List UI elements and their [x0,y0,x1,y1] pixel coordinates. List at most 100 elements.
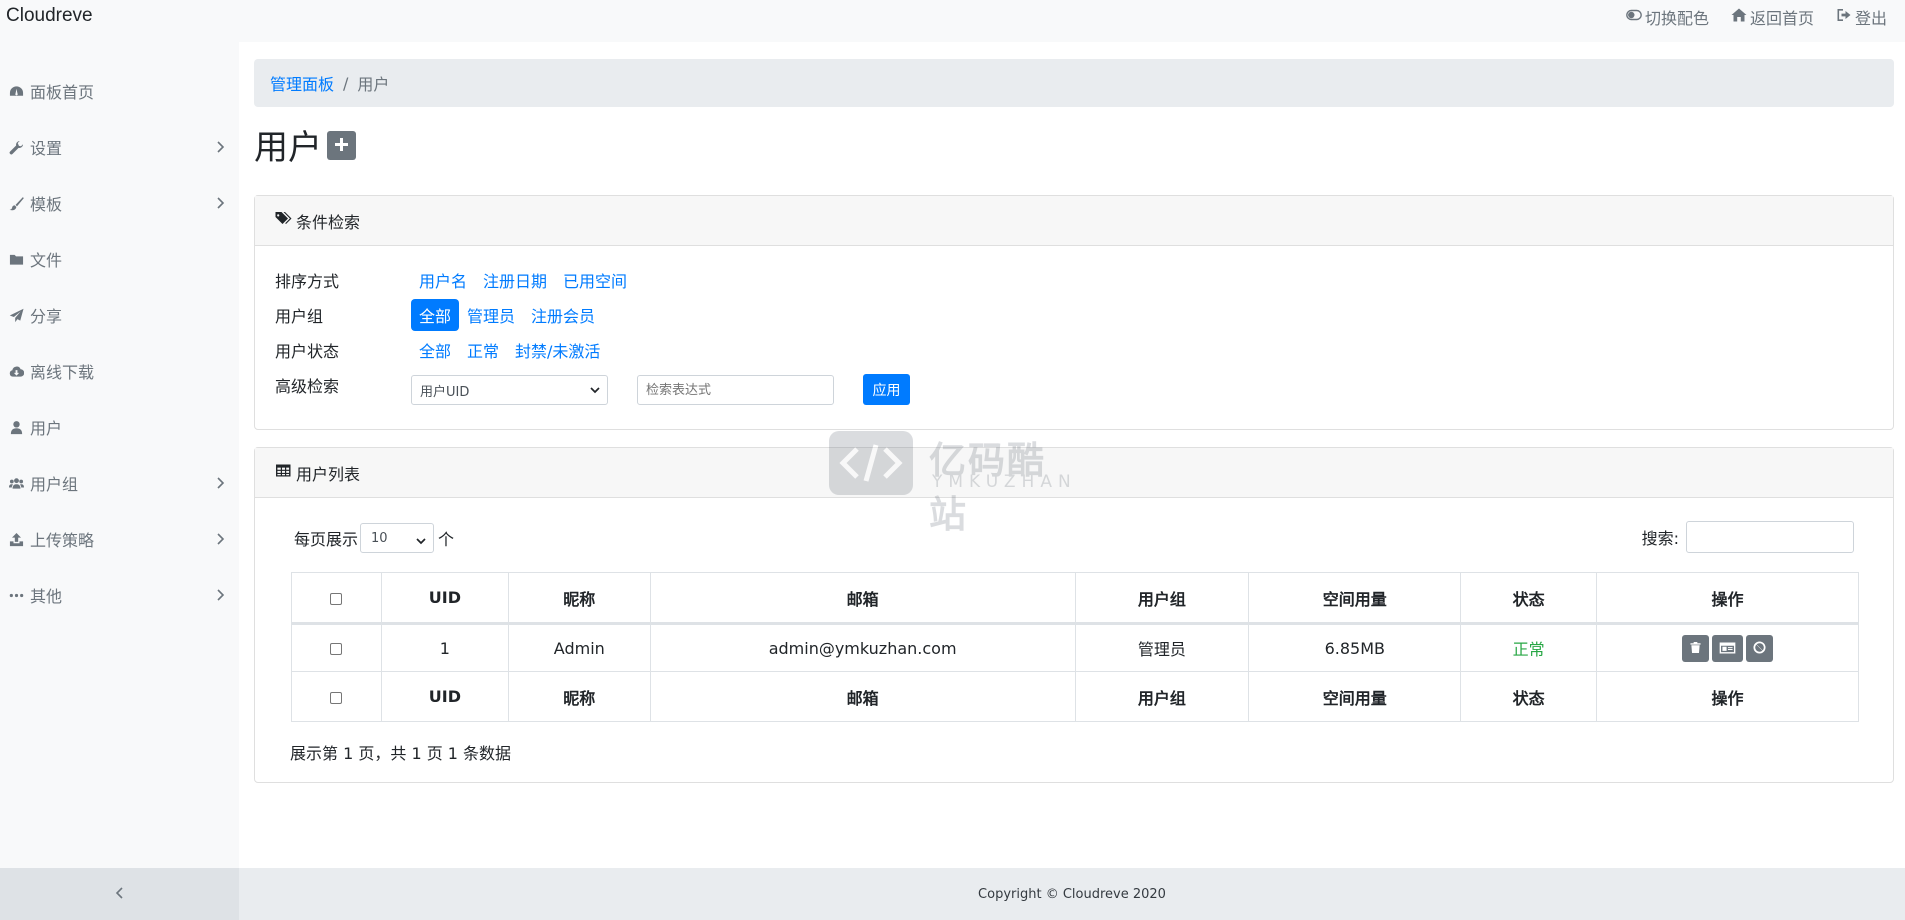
delete-user-button[interactable] [1682,634,1710,662]
filter-card-header: 条件检索 [255,196,1893,246]
chevron-right-icon [215,139,225,153]
top-navbar: Cloudreve 切换配色 返回首页 登出 [0,0,1905,42]
chevron-right-icon [215,587,225,601]
watermark-en-text: YMKUZHAN [932,472,1077,492]
status-option-all[interactable]: 全部 [411,334,459,366]
page-size-control: 每页展示 10 个 [294,523,454,553]
logout-link[interactable]: 登出 [1836,5,1887,29]
cell-actions [1596,623,1859,672]
select-all-checkbox[interactable] [330,592,343,605]
footer-header-group: 用户组 [1074,671,1250,722]
status-option-normal[interactable]: 正常 [459,334,507,366]
breadcrumb-current: 用户 [357,75,390,94]
table-summary: 展示第 1 页，共 1 页 1 条数据 [290,744,512,763]
sort-option-used-space[interactable]: 已用空间 [555,264,635,296]
sort-label: 排序方式 [275,272,340,291]
row-checkbox[interactable] [330,643,343,655]
top-nav-links: 切换配色 返回首页 登出 [1626,5,1887,29]
cell-nickname: Admin [507,623,651,672]
apply-button[interactable]: 应用 [863,374,910,405]
sidebar-item-user-groups[interactable]: 用户组 [0,463,239,503]
page-title: 用户 [254,128,322,168]
home-icon [1731,7,1747,27]
tags-icon [275,211,296,230]
back-home-label: 返回首页 [1749,9,1814,28]
table-icon [275,463,296,482]
sidebar-item-templates[interactable]: 模板 [0,183,239,223]
sidebar-item-dashboard[interactable]: 面板首页 [0,71,239,111]
select-all-cell-footer [291,671,382,722]
page-size-suffix: 个 [438,530,455,549]
toggle-theme-label: 切换配色 [1644,9,1709,28]
ban-user-button[interactable] [1746,634,1774,662]
column-header-group[interactable]: 用户组 [1074,572,1250,625]
cell-usage: 6.85MB [1248,623,1462,672]
advanced-field-select[interactable]: 用户UID [411,375,608,405]
column-header-nickname[interactable]: 昵称 [507,572,651,625]
sidebar-item-share[interactable]: 分享 [0,295,239,335]
copyright-text: Copyright © Cloudreve 2020 [978,886,1166,902]
sidebar-item-label: 其他 [30,587,63,606]
app-brand[interactable]: Cloudreve [6,5,93,27]
breadcrumb-root-link[interactable]: 管理面板 [270,71,334,95]
page-size-value: 10 [371,530,388,546]
page-size-prefix: 每页展示 [294,530,359,549]
edit-user-button[interactable] [1712,634,1744,662]
cell-group: 管理员 [1074,623,1250,672]
sidebar-item-other[interactable]: 其他 [0,575,239,615]
sort-option-username[interactable]: 用户名 [411,264,475,296]
column-header-uid[interactable]: UID [380,572,509,625]
users-icon [8,475,24,491]
code-brackets-icon [829,431,913,495]
table-search-input[interactable] [1686,521,1854,553]
page-footer: Copyright © Cloudreve 2020 [239,868,1905,920]
group-option-admin[interactable]: 管理员 [459,299,523,331]
status-row: 用户状态 全部 正常 封禁/未激活 [275,335,608,365]
sidebar-item-upload-policies[interactable]: 上传策略 [0,519,239,559]
page-size-select[interactable]: 10 [360,523,435,553]
column-header-status[interactable]: 状态 [1460,572,1598,625]
column-header-email[interactable]: 邮箱 [649,572,1076,625]
table-header-row: UID 昵称 邮箱 用户组 空间用量 状态 操作 [291,572,1859,625]
sidebar: 面板首页 设置 模板 文件 分享 离线下载 用户 用户组 上传策略 其他 [0,42,239,868]
trash-icon [1690,639,1701,658]
status-label: 用户状态 [275,342,340,361]
sidebar-item-settings[interactable]: 设置 [0,127,239,167]
cloud-download-icon [8,363,24,379]
group-option-member[interactable]: 注册会员 [523,299,603,331]
sidebar-item-label: 离线下载 [30,363,95,382]
toggle-theme-link[interactable]: 切换配色 [1626,5,1709,29]
footer-header-usage: 空间用量 [1248,671,1462,722]
dashboard-icon [8,83,24,99]
sidebar-item-files[interactable]: 文件 [0,239,239,279]
advanced-expression-input[interactable] [637,375,834,405]
group-option-all[interactable]: 全部 [411,299,460,331]
advanced-row: 高级检索 [275,370,411,400]
chevron-left-icon [115,885,125,904]
column-header-usage[interactable]: 空间用量 [1248,572,1462,625]
chevron-down-icon [416,534,426,549]
sort-option-register-date[interactable]: 注册日期 [475,264,555,296]
sidebar-collapse-button[interactable] [0,868,239,920]
toggle-icon [1626,7,1642,27]
sidebar-item-offline-download[interactable]: 离线下载 [0,351,239,391]
chevron-right-icon [215,475,225,489]
select-all-cell [291,572,382,625]
breadcrumb: 管理面板 / 用户 [254,59,1894,107]
ellipsis-icon [8,587,24,603]
sign-out-icon [1836,7,1852,27]
id-card-icon [1719,639,1736,658]
sidebar-item-label: 用户组 [30,475,79,494]
sidebar-item-label: 文件 [30,251,63,270]
chevron-right-icon [215,531,225,545]
logout-label: 登出 [1854,9,1887,28]
add-user-button[interactable] [327,131,356,160]
folder-icon [8,251,24,267]
select-all-checkbox-footer[interactable] [330,691,343,704]
back-home-link[interactable]: 返回首页 [1731,5,1814,29]
status-option-banned[interactable]: 封禁/未激活 [507,334,608,366]
cell-status: 正常 [1460,623,1598,672]
cell-uid: 1 [380,623,509,672]
sidebar-item-users[interactable]: 用户 [0,407,239,447]
breadcrumb-separator: / [343,73,349,93]
